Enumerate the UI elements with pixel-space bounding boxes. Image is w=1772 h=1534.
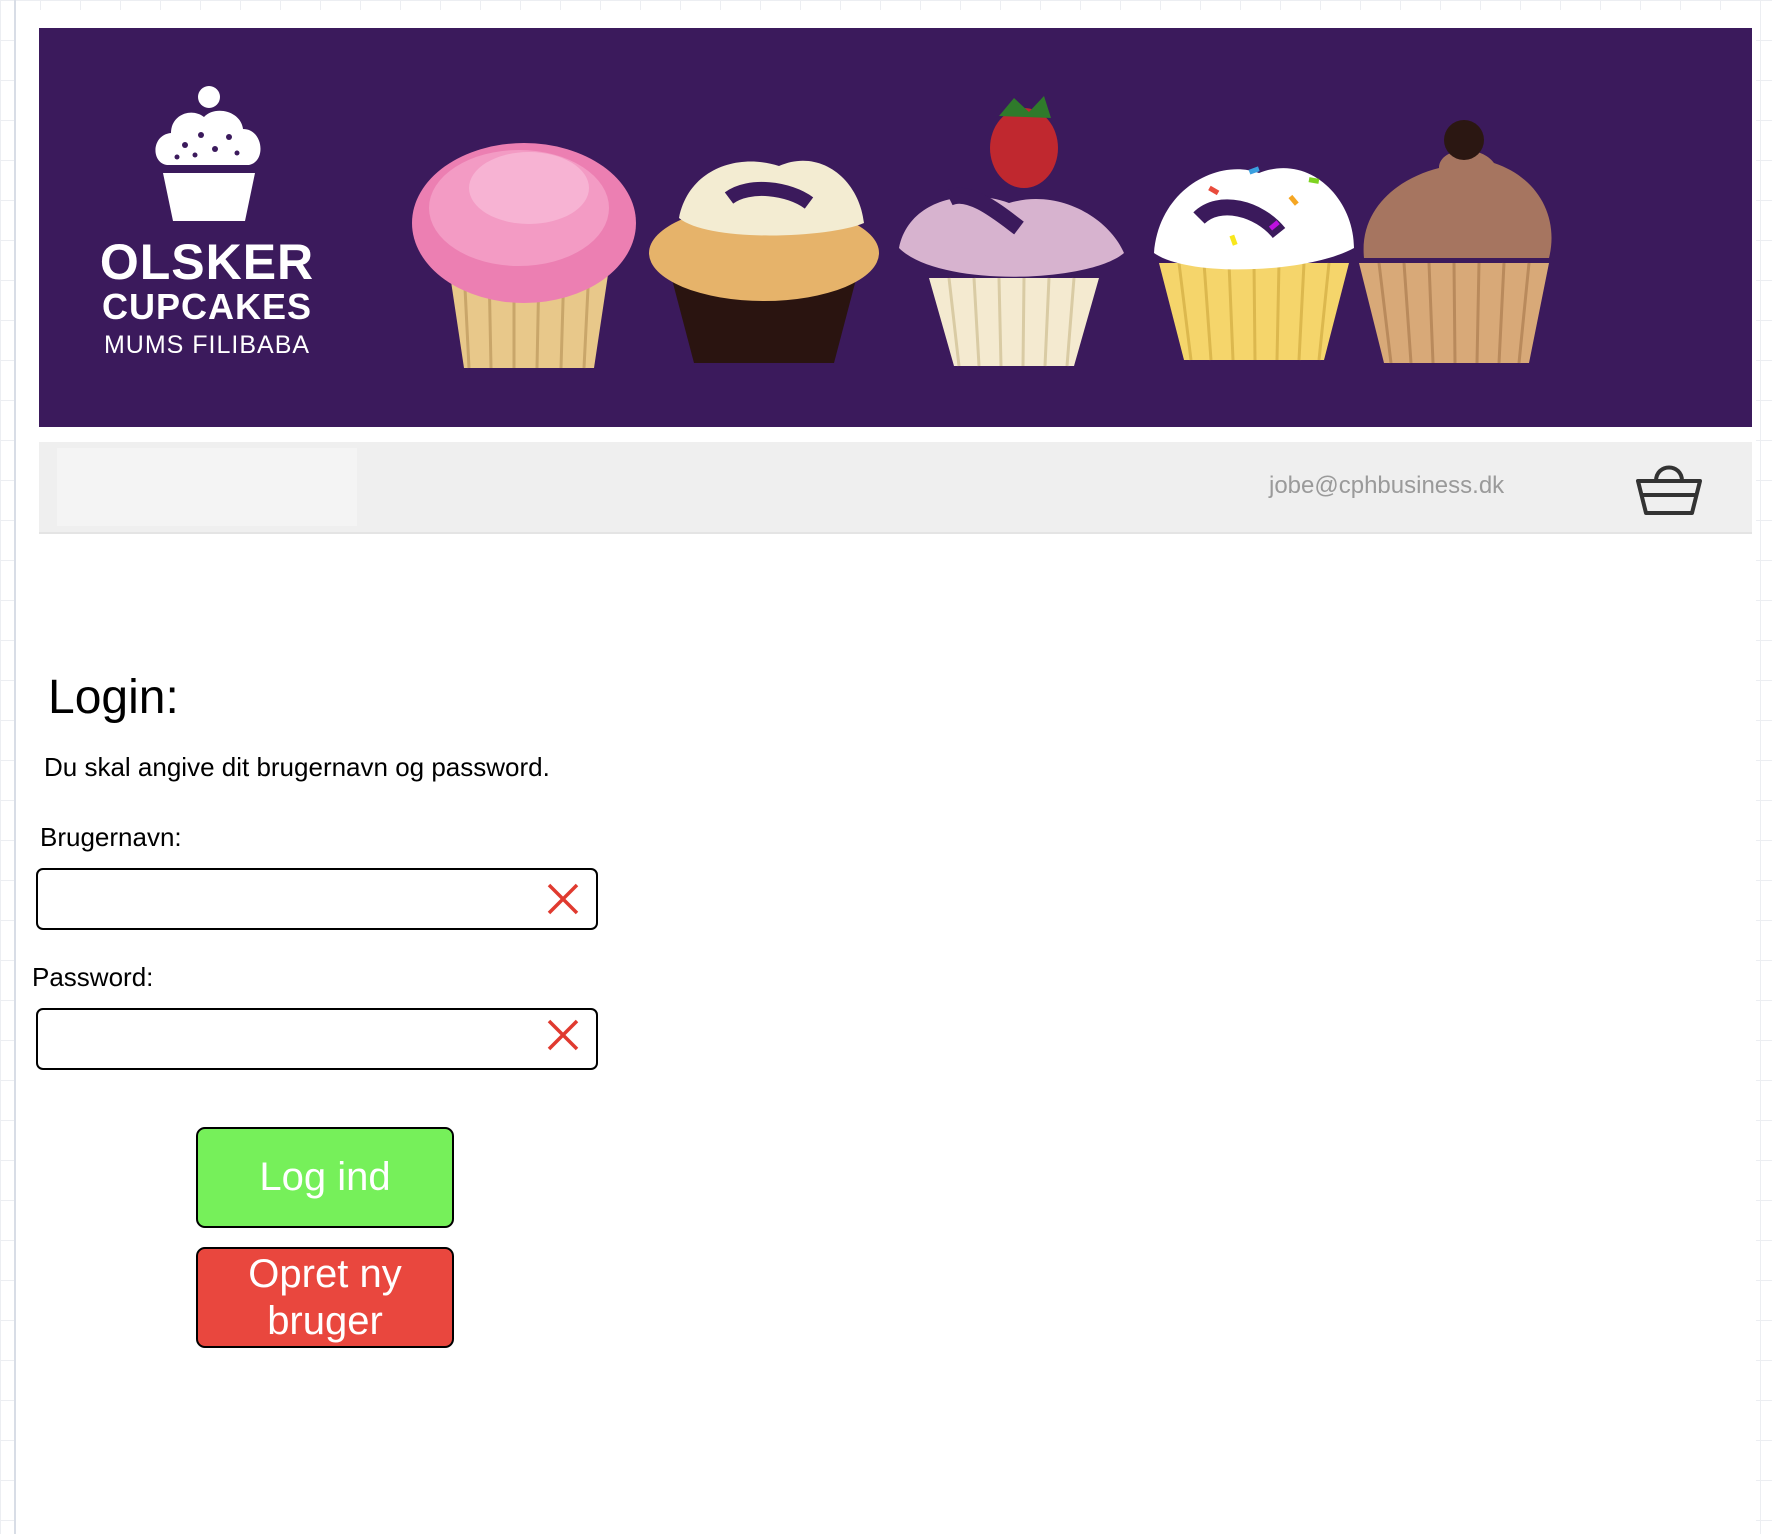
page-title: Login: [48, 671, 179, 724]
strawberry-cupcake-image [899, 96, 1124, 367]
navbar: jobe@cphbusiness.dk [39, 442, 1752, 534]
chocolate-cupcake-image [649, 160, 879, 363]
basket-icon[interactable] [1634, 457, 1704, 519]
create-user-button[interactable]: Opret ny bruger [196, 1247, 454, 1348]
username-field[interactable] [36, 868, 598, 930]
create-user-button-line1: Opret ny [248, 1251, 402, 1296]
password-field[interactable] [36, 1008, 598, 1070]
brand-name: OLSKER [99, 234, 315, 290]
nav-placeholder [57, 448, 357, 526]
password-label: Password: [32, 962, 154, 992]
username-label: Brugernavn: [40, 822, 182, 852]
brand-tagline: MUMS FILIBABA [103, 331, 311, 359]
login-description: Du skal angive dit brugernavn og passwor… [44, 752, 550, 782]
cupcake-logo-icon [155, 86, 261, 221]
cupcakes-image [412, 96, 1552, 369]
pink-cupcake-image [412, 143, 636, 369]
password-input[interactable] [48, 1018, 522, 1060]
brand-subname: CUPCAKES [101, 286, 313, 327]
close-icon[interactable] [546, 882, 580, 916]
create-user-button-line2: bruger [267, 1298, 383, 1343]
username-input[interactable] [48, 878, 522, 920]
close-icon[interactable] [546, 1018, 580, 1052]
header-banner: OLSKER CUPCAKES MUMS FILIBABA [39, 28, 1752, 427]
user-email: jobe@cphbusiness.dk [1269, 472, 1505, 499]
mocha-cupcake-image [1359, 120, 1552, 364]
login-button[interactable]: Log ind [196, 1127, 454, 1228]
sprinkle-cupcake-image [1154, 166, 1354, 361]
